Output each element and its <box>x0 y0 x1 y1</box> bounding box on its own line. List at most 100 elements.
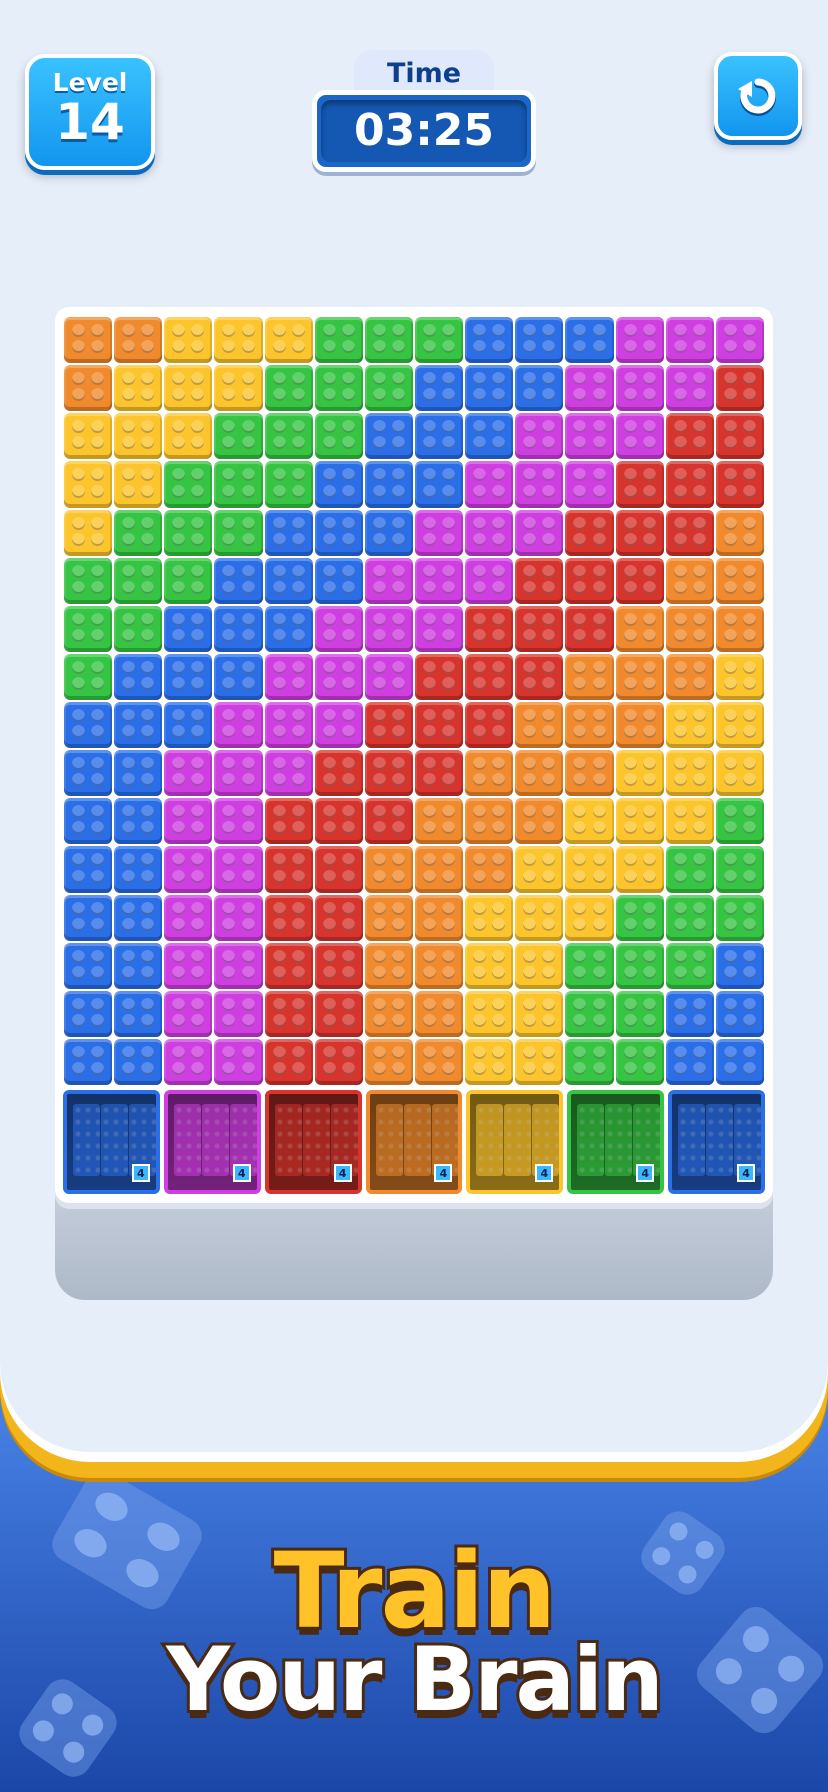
brick[interactable] <box>164 365 213 412</box>
brick[interactable] <box>665 461 714 508</box>
brick[interactable] <box>715 798 764 845</box>
brick[interactable] <box>465 509 514 556</box>
brick[interactable] <box>64 557 113 604</box>
brick[interactable] <box>414 461 464 508</box>
brick[interactable] <box>615 653 664 700</box>
brick[interactable] <box>264 461 313 508</box>
brick[interactable] <box>64 702 113 749</box>
brick[interactable] <box>715 557 764 604</box>
brick[interactable] <box>615 365 664 412</box>
brick[interactable] <box>364 413 413 460</box>
brick[interactable] <box>665 750 714 797</box>
brick[interactable] <box>364 317 413 364</box>
brick[interactable] <box>64 317 113 364</box>
brick[interactable] <box>214 413 263 460</box>
brick[interactable] <box>615 461 664 508</box>
brick[interactable] <box>715 942 764 989</box>
brick[interactable] <box>214 557 263 604</box>
brick[interactable] <box>515 557 564 604</box>
brick[interactable] <box>615 750 664 797</box>
brick[interactable] <box>64 461 113 508</box>
brick[interactable] <box>64 413 113 460</box>
brick[interactable] <box>715 846 764 893</box>
brick[interactable] <box>665 942 714 989</box>
brick[interactable] <box>414 1038 464 1085</box>
brick[interactable] <box>214 894 263 941</box>
brick[interactable] <box>465 317 514 364</box>
brick[interactable] <box>114 317 163 364</box>
brick[interactable] <box>615 702 664 749</box>
brick[interactable] <box>565 605 614 652</box>
brick[interactable] <box>414 798 464 845</box>
collector-slot[interactable]: 4 <box>466 1090 564 1194</box>
brick[interactable] <box>364 461 413 508</box>
brick[interactable] <box>64 365 113 412</box>
brick[interactable] <box>414 653 464 700</box>
brick[interactable] <box>64 653 113 700</box>
brick[interactable] <box>164 461 213 508</box>
collector-slot[interactable]: 4 <box>63 1090 160 1194</box>
brick[interactable] <box>465 990 514 1037</box>
brick[interactable] <box>364 942 413 989</box>
brick[interactable] <box>214 653 263 700</box>
brick[interactable] <box>314 461 363 508</box>
brick[interactable] <box>414 557 464 604</box>
brick[interactable] <box>615 894 664 941</box>
brick[interactable] <box>565 509 614 556</box>
brick[interactable] <box>615 317 664 364</box>
brick[interactable] <box>264 942 313 989</box>
brick[interactable] <box>264 653 313 700</box>
brick[interactable] <box>114 990 163 1037</box>
brick[interactable] <box>515 413 564 460</box>
brick[interactable] <box>364 365 413 412</box>
brick[interactable] <box>214 702 263 749</box>
brick[interactable] <box>314 653 363 700</box>
brick[interactable] <box>264 365 313 412</box>
brick[interactable] <box>565 702 614 749</box>
brick[interactable] <box>515 605 564 652</box>
brick[interactable] <box>364 702 413 749</box>
brick[interactable] <box>715 990 764 1037</box>
brick[interactable] <box>565 798 614 845</box>
brick[interactable] <box>364 990 413 1037</box>
brick[interactable] <box>465 798 514 845</box>
brick[interactable] <box>565 557 614 604</box>
brick[interactable] <box>314 702 363 749</box>
brick[interactable] <box>164 702 213 749</box>
brick[interactable] <box>264 702 313 749</box>
brick[interactable] <box>665 894 714 941</box>
brick[interactable] <box>264 798 313 845</box>
brick[interactable] <box>414 990 464 1037</box>
brick[interactable] <box>164 990 213 1037</box>
brick[interactable] <box>515 461 564 508</box>
brick[interactable] <box>515 653 564 700</box>
brick[interactable] <box>164 509 213 556</box>
brick[interactable] <box>114 942 163 989</box>
brick[interactable] <box>715 605 764 652</box>
brick[interactable] <box>264 605 313 652</box>
brick[interactable] <box>414 750 464 797</box>
brick[interactable] <box>164 413 213 460</box>
brick[interactable] <box>615 990 664 1037</box>
brick[interactable] <box>114 557 163 604</box>
brick[interactable] <box>465 413 514 460</box>
brick[interactable] <box>515 990 564 1037</box>
brick[interactable] <box>264 509 313 556</box>
brick[interactable] <box>264 413 313 460</box>
brick[interactable] <box>465 1038 514 1085</box>
brick[interactable] <box>264 990 313 1037</box>
brick[interactable] <box>164 653 213 700</box>
brick[interactable] <box>615 557 664 604</box>
brick[interactable] <box>164 846 213 893</box>
brick[interactable] <box>114 1038 163 1085</box>
brick[interactable] <box>515 702 564 749</box>
brick[interactable] <box>64 750 113 797</box>
brick[interactable] <box>164 1038 213 1085</box>
brick[interactable] <box>715 365 764 412</box>
brick[interactable] <box>264 846 313 893</box>
brick[interactable] <box>114 461 163 508</box>
brick[interactable] <box>314 317 363 364</box>
brick[interactable] <box>314 990 363 1037</box>
brick[interactable] <box>615 798 664 845</box>
brick[interactable] <box>114 798 163 845</box>
